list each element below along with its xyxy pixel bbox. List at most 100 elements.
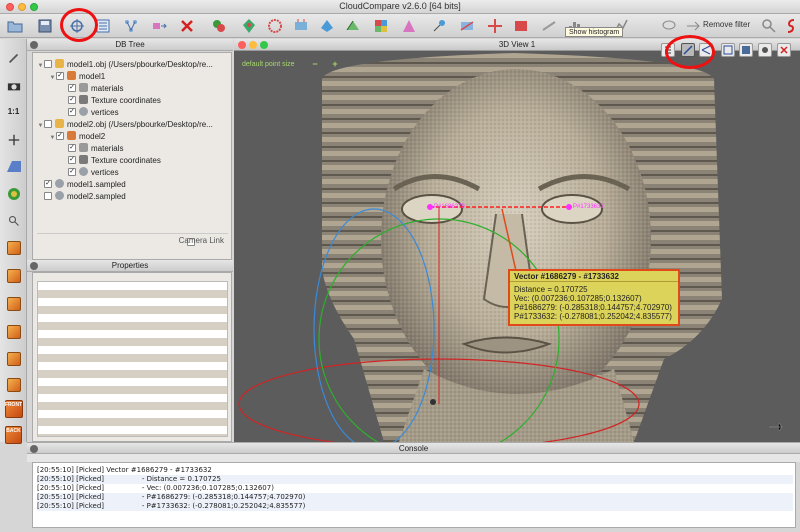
- console-resize-handle[interactable]: [27, 454, 800, 462]
- view-bottom-button[interactable]: [5, 376, 22, 393]
- clone-button[interactable]: [150, 17, 168, 35]
- view-front-button[interactable]: FRONT: [4, 399, 23, 418]
- transform-icon: [542, 21, 556, 31]
- tree-item[interactable]: ✓ materials: [33, 83, 232, 95]
- view-minimize-button[interactable]: [249, 41, 257, 49]
- visibility-checkbox[interactable]: ✓: [44, 179, 52, 188]
- zoom-button[interactable]: [5, 212, 22, 229]
- visibility-checkbox[interactable]: [44, 119, 52, 128]
- camera-button[interactable]: [5, 77, 22, 94]
- mesh-icon: [67, 71, 76, 81]
- sample-points-button[interactable]: [210, 17, 228, 35]
- visibility-checkbox[interactable]: ✓: [68, 167, 76, 176]
- visibility-checkbox[interactable]: ✓: [68, 155, 76, 164]
- tree-item[interactable]: ✓ materials: [33, 143, 232, 155]
- 3d-view[interactable]: 3D View 1 default point size − + P#16862…: [234, 39, 800, 442]
- back-cube-icon: BACK: [5, 425, 22, 444]
- merge-button[interactable]: [122, 17, 140, 35]
- tree-item[interactable]: ✓ vertices: [33, 107, 232, 119]
- subsample-button[interactable]: [266, 17, 284, 35]
- panel-close-icon[interactable]: [30, 41, 38, 49]
- cube-icon: [6, 351, 21, 366]
- center-button[interactable]: [5, 131, 22, 148]
- filter-button[interactable]: [240, 17, 258, 35]
- segment-button[interactable]: [512, 17, 530, 35]
- color-button[interactable]: [400, 17, 418, 35]
- point-cloud-render: [238, 53, 783, 442]
- point-size-plus-button[interactable]: +: [330, 60, 340, 69]
- light-button[interactable]: [5, 185, 22, 202]
- panel-close-icon[interactable]: [30, 445, 38, 453]
- measure-button[interactable]: [5, 49, 22, 66]
- sf-gradient-button[interactable]: [458, 17, 476, 35]
- sample-icon: [213, 20, 225, 32]
- scalar-field-icon: [375, 20, 387, 32]
- tree-item[interactable]: ▼ model2.obj (/Users/pbourke/Desktop/re..…: [33, 119, 232, 131]
- pick-label-b: P#1733632: [573, 204, 604, 210]
- tree-item[interactable]: ✓ model1.sampled: [33, 179, 232, 191]
- distances-button[interactable]: [344, 17, 362, 35]
- console-panel[interactable]: [20:55:10] [Picked] Vector #1686279 - #1…: [32, 462, 796, 528]
- tree-item[interactable]: ▼ model1.obj (/Users/pbourke/Desktop/re..…: [33, 59, 232, 71]
- view-right-button[interactable]: [5, 350, 22, 367]
- close-pick-tool-button[interactable]: [777, 43, 791, 57]
- arrows-button[interactable]: [684, 17, 702, 35]
- expand-toggle-icon[interactable]: ▼: [49, 72, 56, 83]
- tree-item[interactable]: ✓ Texture coordinates: [33, 95, 232, 107]
- expand-toggle-icon[interactable]: ▼: [37, 60, 44, 71]
- tree-item[interactable]: ▼ ✓ model1: [33, 71, 232, 83]
- translate-button[interactable]: [486, 17, 504, 35]
- view-close-button[interactable]: [238, 41, 246, 49]
- visibility-checkbox[interactable]: ✓: [68, 83, 76, 92]
- save-button[interactable]: [36, 17, 54, 35]
- camera-link-row: Camera Link: [37, 233, 228, 249]
- expand-toggle-icon[interactable]: ▼: [37, 120, 44, 131]
- view-back-button[interactable]: BACK: [5, 425, 22, 444]
- expand-toggle-icon[interactable]: ▼: [49, 132, 56, 143]
- registration-button[interactable]: [430, 17, 448, 35]
- tree-item[interactable]: model2.sampled: [33, 191, 232, 203]
- point-size-minus-button[interactable]: −: [310, 60, 320, 69]
- pick-options-button[interactable]: [758, 43, 772, 57]
- tree-item[interactable]: ✓ Texture coordinates: [33, 155, 232, 167]
- measurement-title: Vector #1686279 - #1733632: [510, 271, 678, 282]
- save-label-button[interactable]: [721, 43, 735, 57]
- visibility-checkbox[interactable]: [44, 191, 52, 200]
- tree-item-label: model2.sampled: [67, 192, 126, 201]
- visibility-checkbox[interactable]: ✓: [56, 71, 64, 80]
- visibility-checkbox[interactable]: [44, 59, 52, 68]
- panel-close-icon[interactable]: [30, 262, 38, 270]
- open-file-button[interactable]: [6, 17, 24, 35]
- visibility-checkbox[interactable]: ✓: [68, 95, 76, 104]
- perspective-button[interactable]: [5, 157, 22, 174]
- remove-filter-label[interactable]: Remove filter: [703, 20, 750, 29]
- octree-button[interactable]: [318, 17, 336, 35]
- comment-button[interactable]: [660, 17, 678, 35]
- view-zoom-button[interactable]: [260, 41, 268, 49]
- pivot-marker: [430, 399, 436, 405]
- view-top-button[interactable]: [5, 295, 22, 312]
- merge-icon: [125, 20, 137, 32]
- tree-item[interactable]: ▼ ✓ model2: [33, 131, 232, 143]
- delete-icon: [181, 20, 193, 32]
- measurement-label[interactable]: Vector #1686279 - #1733632 Distance = 0.…: [508, 269, 680, 326]
- tree-item[interactable]: ✓ vertices: [33, 167, 232, 179]
- mesh-icon: [67, 131, 76, 141]
- zoom-1-1-button[interactable]: 1:1: [5, 103, 22, 120]
- save-point-button[interactable]: [739, 43, 753, 57]
- view-iso2-button[interactable]: [5, 267, 22, 284]
- search-button[interactable]: [760, 17, 778, 35]
- view-iso1-button[interactable]: [5, 239, 22, 256]
- view-left-button[interactable]: [5, 323, 22, 340]
- front-cube-icon: FRONT: [4, 399, 23, 418]
- apply-transform-button[interactable]: [540, 17, 558, 35]
- normals-button[interactable]: [292, 17, 310, 35]
- script-button[interactable]: [782, 17, 800, 35]
- visibility-checkbox[interactable]: ✓: [68, 143, 76, 152]
- 3d-view-title: 3D View 1: [498, 40, 536, 49]
- scalar-field-button[interactable]: [372, 17, 390, 35]
- visibility-checkbox[interactable]: ✓: [68, 107, 76, 116]
- materials-icon: [79, 143, 88, 153]
- delete-button[interactable]: [178, 17, 196, 35]
- visibility-checkbox[interactable]: ✓: [56, 131, 64, 140]
